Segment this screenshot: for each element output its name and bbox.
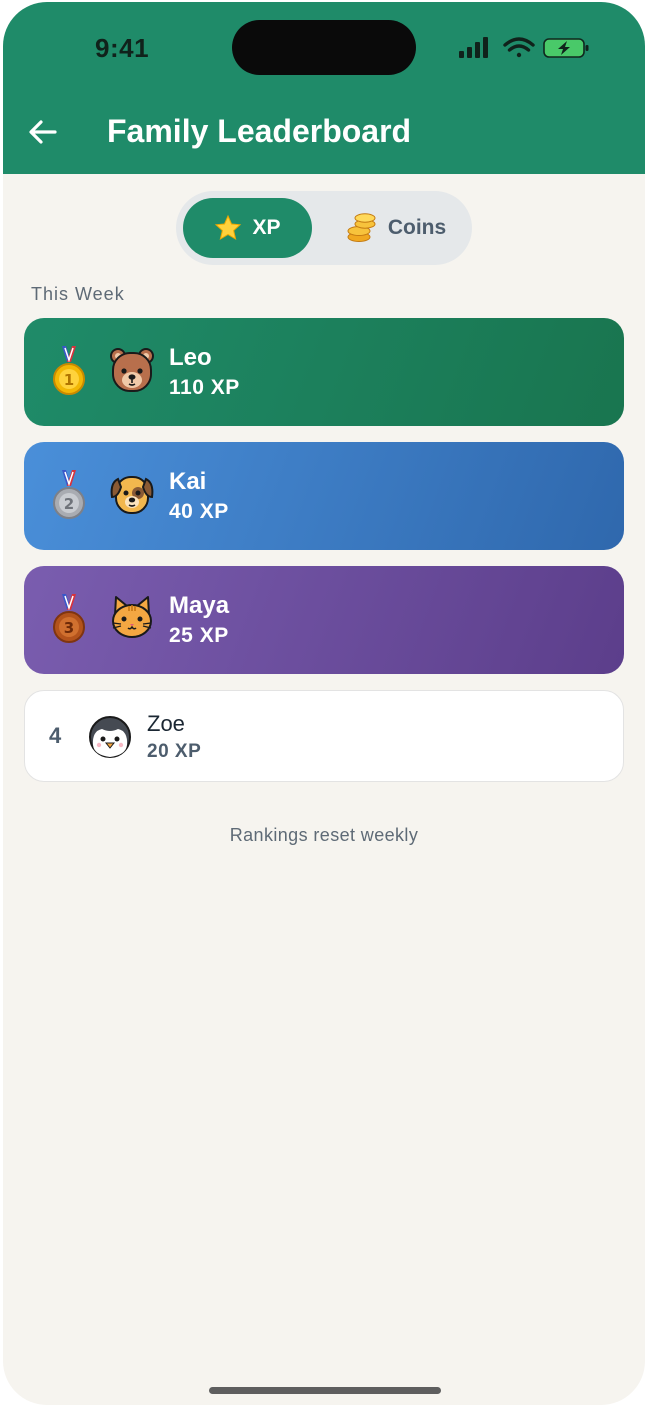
player-name: Leo <box>169 344 212 371</box>
leaderboard-row[interactable]: 3 Maya 25 XP <box>24 566 624 674</box>
rank-number: 4 <box>49 723 62 748</box>
coins-tab-label: Coins <box>387 216 447 239</box>
leaderboard-row[interactable]: 1 Leo 110 XP <box>24 318 624 426</box>
dog-icon <box>110 476 154 514</box>
coins-tab[interactable]: Coins <box>326 198 466 258</box>
coins-icon <box>347 213 376 242</box>
app-header: 9:41 Family Leaderboard <box>3 2 645 174</box>
player-name: Zoe <box>147 711 185 736</box>
svg-text:3: 3 <box>64 619 74 637</box>
svg-text:2: 2 <box>64 495 74 513</box>
leaderboard-row[interactable]: 2 Kai 40 XP <box>24 442 624 550</box>
footer-note: Rankings reset weekly <box>229 825 419 845</box>
dynamic-island <box>232 20 416 75</box>
leaderboard-row[interactable]: 4 Zoe 20 XP <box>24 690 624 782</box>
wifi-icon <box>503 37 535 58</box>
status-time: 9:41 <box>95 33 150 63</box>
gold-medal-icon: 1 <box>53 346 85 395</box>
player-score: 40 XP <box>169 500 229 523</box>
section-title: This Week <box>31 284 125 304</box>
player-score: 20 XP <box>147 741 202 762</box>
silver-medal-icon: 2 <box>53 470 85 519</box>
bronze-medal-icon: 3 <box>53 594 85 643</box>
xp-tab-label: XP <box>252 216 281 239</box>
back-arrow-icon[interactable] <box>25 114 61 150</box>
player-score: 25 XP <box>169 624 229 647</box>
home-indicator[interactable] <box>209 1387 441 1394</box>
svg-text:1: 1 <box>64 371 74 389</box>
page-title: Family Leaderboard <box>107 113 412 149</box>
star-icon <box>215 214 242 241</box>
phone-screen: 9:41 Family Leaderboard XP Coins This We… <box>3 2 645 1405</box>
player-name: Maya <box>169 592 230 619</box>
penguin-icon <box>89 716 131 758</box>
metric-toggle: XP Coins <box>176 191 472 265</box>
player-score: 110 XP <box>169 376 240 399</box>
cat-icon <box>112 596 152 638</box>
xp-tab[interactable]: XP <box>183 198 312 258</box>
status-icons <box>459 37 589 58</box>
battery-icon <box>543 38 589 58</box>
player-name: Kai <box>169 468 207 495</box>
bear-icon <box>110 348 154 392</box>
signal-icon <box>459 37 488 58</box>
